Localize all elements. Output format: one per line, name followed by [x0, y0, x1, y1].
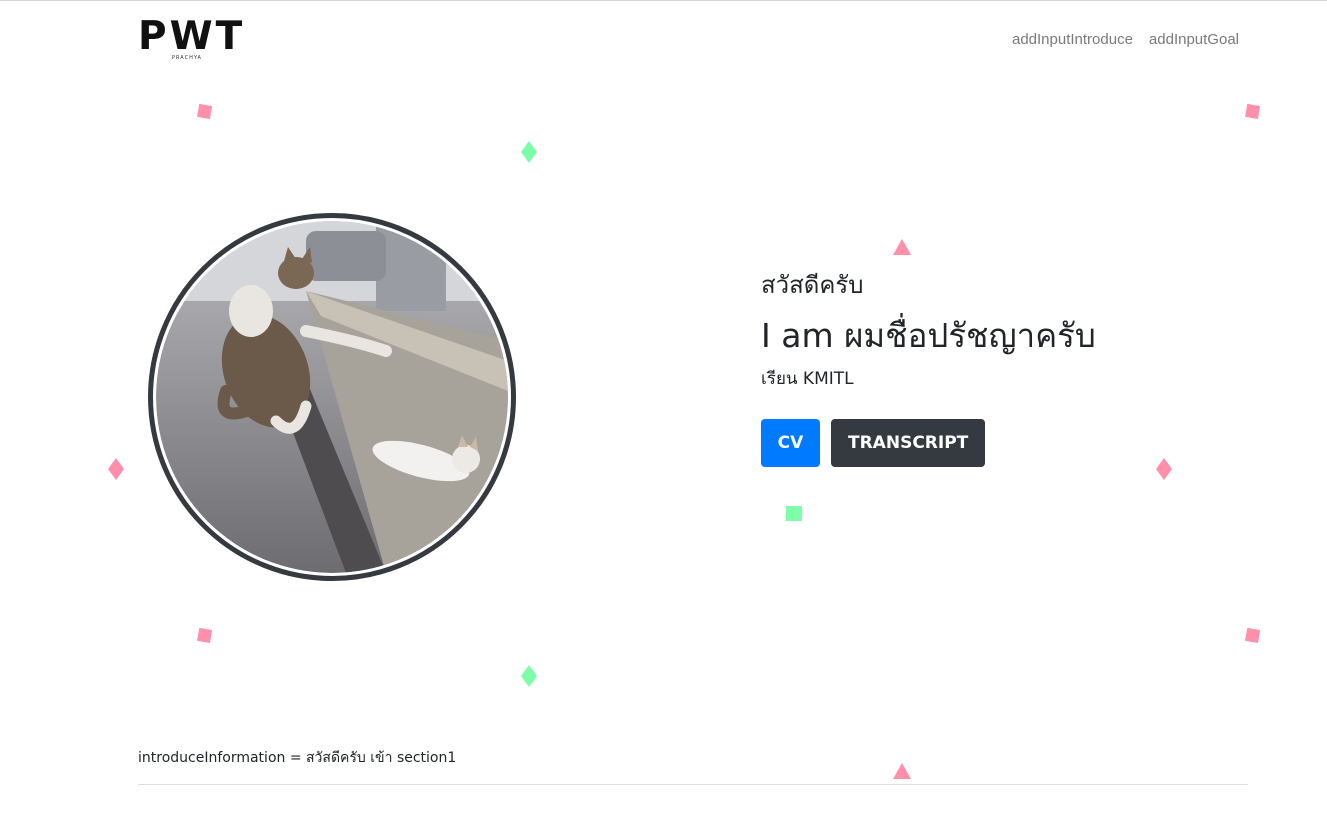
logo[interactable]: PWT PRACHYA: [138, 15, 242, 65]
profile-avatar-image: [156, 221, 508, 573]
confetti-pink-square: [197, 103, 213, 119]
confetti-pink-square: [1245, 627, 1261, 643]
confetti-pink-triangle: [893, 763, 911, 779]
school-text: เรียน KMITL: [761, 369, 854, 389]
action-buttons: CV TRANSCRIPT: [761, 419, 1096, 467]
confetti-pink-diamond: [108, 458, 124, 480]
logo-text: PWT: [138, 14, 246, 59]
confetti-pink-square: [1245, 103, 1261, 119]
confetti-pink-square: [197, 627, 213, 643]
confetti-green-diamond: [521, 141, 537, 163]
introduce-information-text: introduceInformation = สวัสดีครับ เข้า s…: [138, 750, 457, 766]
cv-button[interactable]: CV: [761, 419, 820, 467]
transcript-button[interactable]: TRANSCRIPT: [831, 419, 986, 467]
confetti-pink-triangle: [893, 239, 911, 255]
name-heading: I am ผมชื่อปรัชญาครับ: [761, 316, 1096, 355]
greeting-text: สวัสดีครับ: [761, 271, 864, 299]
nav-link-add-input-introduce[interactable]: addInputIntroduce: [1012, 31, 1133, 48]
confetti-green-square: [786, 506, 802, 521]
confetti-pink-diamond: [1156, 458, 1172, 480]
divider: [138, 784, 1248, 785]
confetti-green-diamond: [521, 665, 537, 687]
nav-link-add-input-goal[interactable]: addInputGoal: [1149, 31, 1239, 48]
profile-avatar-frame: [148, 213, 516, 581]
top-nav: addInputIntroduce addInputGoal: [1012, 31, 1239, 48]
intro-section: สวัสดีครับ I am ผมชื่อปรัชญาครับ เรียน K…: [761, 269, 1096, 467]
logo-subtext: PRACHYA: [172, 55, 202, 61]
